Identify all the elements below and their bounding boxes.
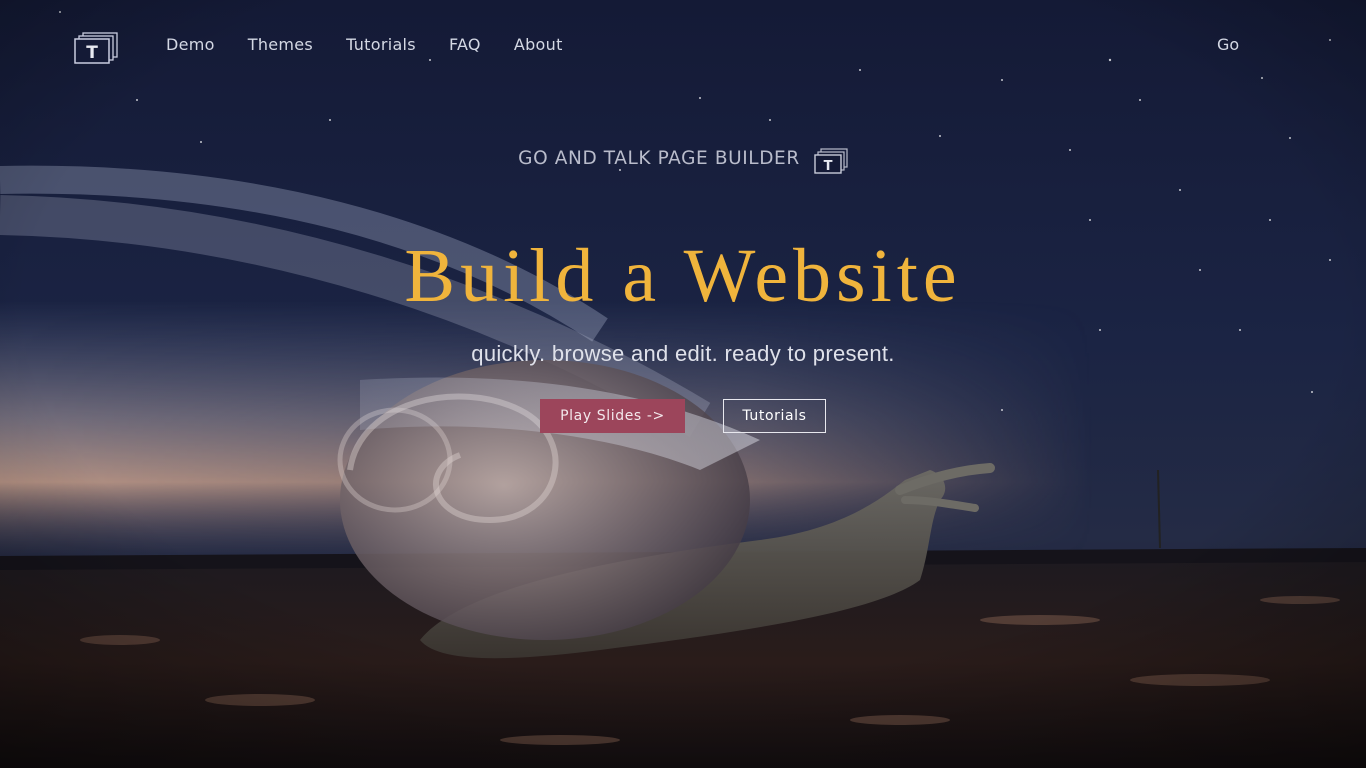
nav-link-faq[interactable]: FAQ — [449, 35, 481, 55]
hero-headline: Build a Website — [404, 234, 962, 318]
stacked-pages-t-icon[interactable]: T — [74, 31, 120, 65]
hero-subtitle: quickly. browse and edit. ready to prese… — [471, 341, 895, 366]
nav-link-demo[interactable]: Demo — [166, 35, 215, 55]
hero-background-image — [0, 0, 1366, 768]
nav-link-themes[interactable]: Themes — [248, 35, 313, 55]
kicker-text: GO AND TALK PAGE BUILDER — [518, 148, 800, 169]
play-slides-button[interactable]: Play Slides -> — [540, 399, 685, 433]
hero-kicker: GO AND TALK PAGE BUILDER T — [0, 144, 1366, 174]
nav-link-go[interactable]: Go — [1217, 35, 1239, 55]
tutorials-button[interactable]: Tutorials — [723, 399, 826, 433]
stacked-pages-t-icon: T — [814, 148, 848, 174]
nav-link-about[interactable]: About — [514, 35, 563, 55]
top-navigation: T Demo Themes Tutorials FAQ About Go — [0, 0, 1366, 90]
nav-link-tutorials[interactable]: Tutorials — [346, 35, 416, 55]
logo-letter: T — [86, 43, 98, 63]
kicker-icon-letter: T — [823, 159, 832, 174]
nav-links: Demo Themes Tutorials FAQ About — [166, 35, 596, 55]
